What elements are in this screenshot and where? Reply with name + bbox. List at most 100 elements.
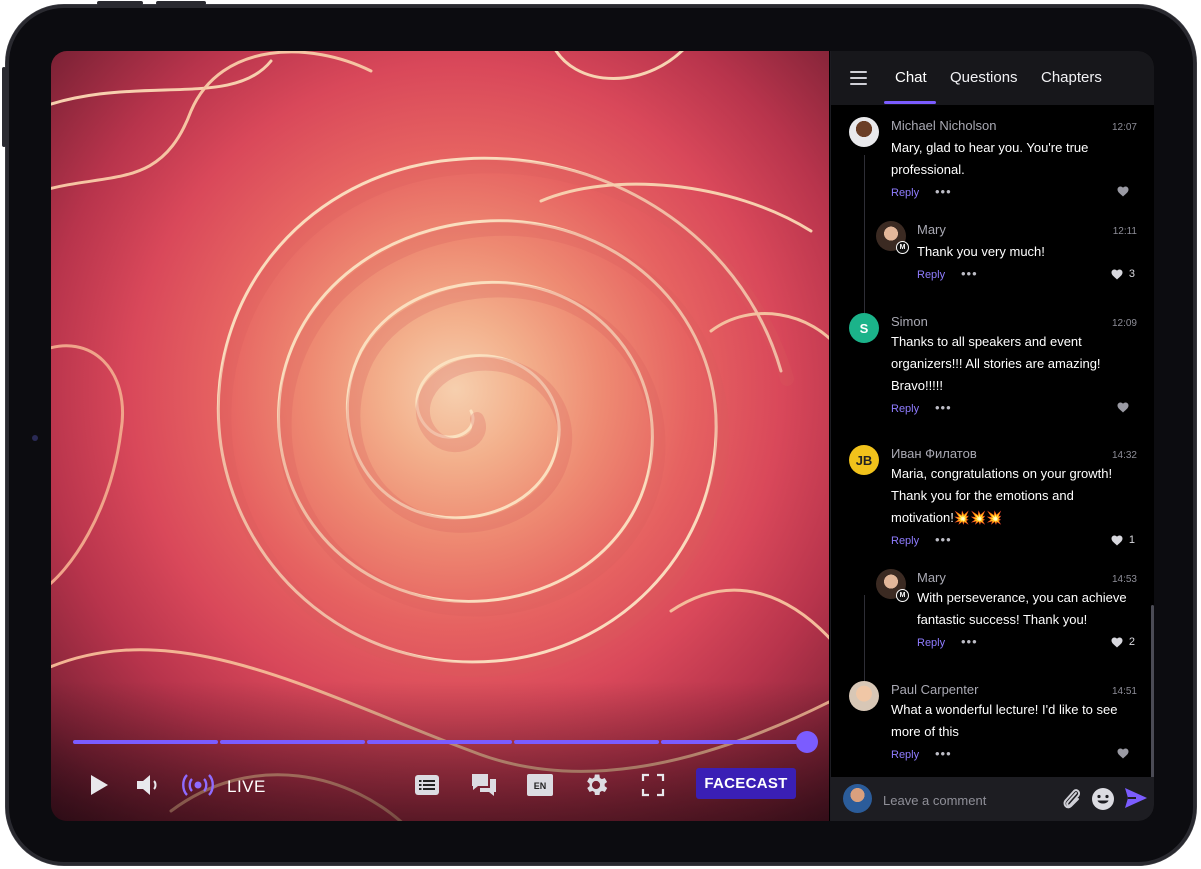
attach-button[interactable]	[1062, 787, 1082, 816]
send-button[interactable]	[1124, 787, 1148, 814]
more-options-icon[interactable]: •••	[935, 532, 952, 547]
facecast-brand-button[interactable]: FACECAST	[696, 768, 796, 799]
like-button[interactable]: 3	[1111, 268, 1135, 280]
player-controls: LIVE EN FACECAST	[51, 763, 829, 807]
reply-link[interactable]: Reply	[891, 187, 919, 199]
chat-scrollbar[interactable]	[1151, 605, 1154, 777]
message-author[interactable]: Simon	[891, 314, 928, 329]
heart-icon	[1111, 637, 1123, 647]
live-label: LIVE	[227, 777, 266, 796]
playlist-button[interactable]	[413, 769, 441, 801]
message-text: Maria, congratulations on your growth! T…	[891, 466, 1113, 525]
reply-link[interactable]: Reply	[891, 535, 919, 547]
heart-icon	[1117, 748, 1129, 759]
active-tab-indicator	[884, 101, 936, 104]
chat-message-reply: M Mary 12:11 Thank you very much! Reply …	[831, 217, 1151, 297]
list-icon	[415, 775, 439, 795]
like-button[interactable]	[1117, 748, 1135, 759]
like-button[interactable]	[1117, 186, 1135, 197]
avatar[interactable]	[849, 681, 879, 711]
volume-button[interactable]	[135, 769, 163, 801]
message-time: 12:11	[1112, 226, 1137, 237]
message-text: Thank you very much!	[917, 244, 1045, 259]
progress-segment	[661, 740, 801, 744]
avatar[interactable]: M	[876, 569, 909, 602]
play-button[interactable]	[87, 769, 111, 801]
tab-questions[interactable]: Questions	[950, 69, 1018, 86]
chat-messages[interactable]: Michael Nicholson 12:07 Mary, glad to he…	[831, 105, 1154, 777]
tab-chat[interactable]: Chat	[895, 69, 927, 86]
message-text: Thanks to all speakers and event organiz…	[891, 334, 1101, 393]
progress-segment	[73, 740, 218, 744]
emoji-button[interactable]	[1091, 787, 1115, 816]
like-button[interactable]: 2	[1111, 636, 1135, 648]
more-options-icon[interactable]: •••	[961, 634, 978, 649]
moderator-badge: M	[896, 589, 909, 602]
smiley-icon	[1092, 788, 1114, 810]
play-icon	[91, 775, 108, 795]
comment-composer	[831, 777, 1154, 821]
more-options-icon[interactable]: •••	[935, 746, 952, 761]
language-button[interactable]: EN	[527, 769, 553, 801]
progress-segment	[220, 740, 365, 744]
message-author[interactable]: Paul Carpenter	[891, 682, 978, 697]
broadcast-icon	[182, 774, 214, 796]
side-button	[2, 67, 6, 147]
avatar[interactable]: JB	[849, 445, 879, 475]
hamburger-menu-icon[interactable]	[850, 71, 867, 85]
reply-link[interactable]: Reply	[891, 403, 919, 415]
fullscreen-button[interactable]	[640, 769, 666, 801]
message-time: 12:07	[1111, 122, 1137, 133]
heart-icon	[1117, 186, 1129, 197]
message-text: With perseverance, you can achieve fanta…	[917, 590, 1127, 627]
heart-icon	[1111, 269, 1123, 279]
chat-message: JB Иван Филатов 14:32 Maria, congratulat…	[831, 441, 1151, 551]
avatar[interactable]: M	[876, 221, 909, 254]
heart-icon	[1117, 402, 1129, 413]
message-author[interactable]: Michael Nicholson	[891, 118, 997, 133]
chat-bubbles-icon	[472, 774, 496, 796]
video-player[interactable]: LIVE EN FACECAST	[51, 51, 829, 821]
chat-message-reply: M Mary 14:53 With perseverance, you can …	[831, 565, 1151, 655]
like-button[interactable]: 1	[1111, 534, 1135, 546]
message-text: Mary, glad to hear you. You're true prof…	[891, 140, 1089, 177]
volume-button	[156, 1, 206, 5]
chat-toggle-button[interactable]	[469, 769, 499, 801]
message-time: 12:09	[1111, 318, 1137, 329]
more-options-icon[interactable]: •••	[935, 400, 952, 415]
tab-chapters[interactable]: Chapters	[1041, 69, 1102, 86]
like-button[interactable]	[1117, 402, 1135, 413]
front-camera	[32, 435, 38, 441]
avatar[interactable]: S	[849, 313, 879, 343]
gear-icon	[587, 774, 608, 796]
screen: LIVE EN FACECAST Chat Questions Chapters…	[51, 51, 1154, 821]
heart-icon	[1111, 535, 1123, 545]
speaker-icon	[137, 775, 157, 795]
reply-link[interactable]: Reply	[917, 637, 945, 649]
volume-button	[97, 1, 143, 5]
send-icon	[1125, 788, 1147, 808]
more-options-icon[interactable]: •••	[961, 266, 978, 281]
chat-message: Michael Nicholson 12:07 Mary, glad to he…	[831, 113, 1151, 203]
chat-panel: Chat Questions Chapters Michael Nicholso…	[830, 51, 1154, 821]
progress-handle[interactable]	[796, 731, 818, 753]
message-time: 14:51	[1111, 686, 1137, 697]
settings-button[interactable]	[582, 769, 610, 801]
message-time: 14:32	[1111, 450, 1137, 461]
fullscreen-icon	[641, 773, 665, 797]
message-author[interactable]: Иван Филатов	[891, 446, 977, 461]
live-indicator[interactable]	[182, 769, 214, 801]
avatar[interactable]	[849, 117, 879, 147]
reply-link[interactable]: Reply	[917, 269, 945, 281]
more-options-icon[interactable]: •••	[935, 184, 952, 199]
reply-link[interactable]: Reply	[891, 749, 919, 761]
message-author[interactable]: Mary	[917, 570, 946, 585]
language-icon: EN	[527, 774, 553, 796]
progress-segment	[367, 740, 512, 744]
comment-input[interactable]	[881, 787, 1055, 813]
chat-message: S Simon 12:09 Thanks to all speakers and…	[831, 309, 1151, 419]
current-user-avatar[interactable]	[843, 784, 872, 813]
svg-text:EN: EN	[534, 781, 547, 791]
message-author[interactable]: Mary	[917, 222, 946, 237]
progress-bar[interactable]	[73, 731, 818, 753]
